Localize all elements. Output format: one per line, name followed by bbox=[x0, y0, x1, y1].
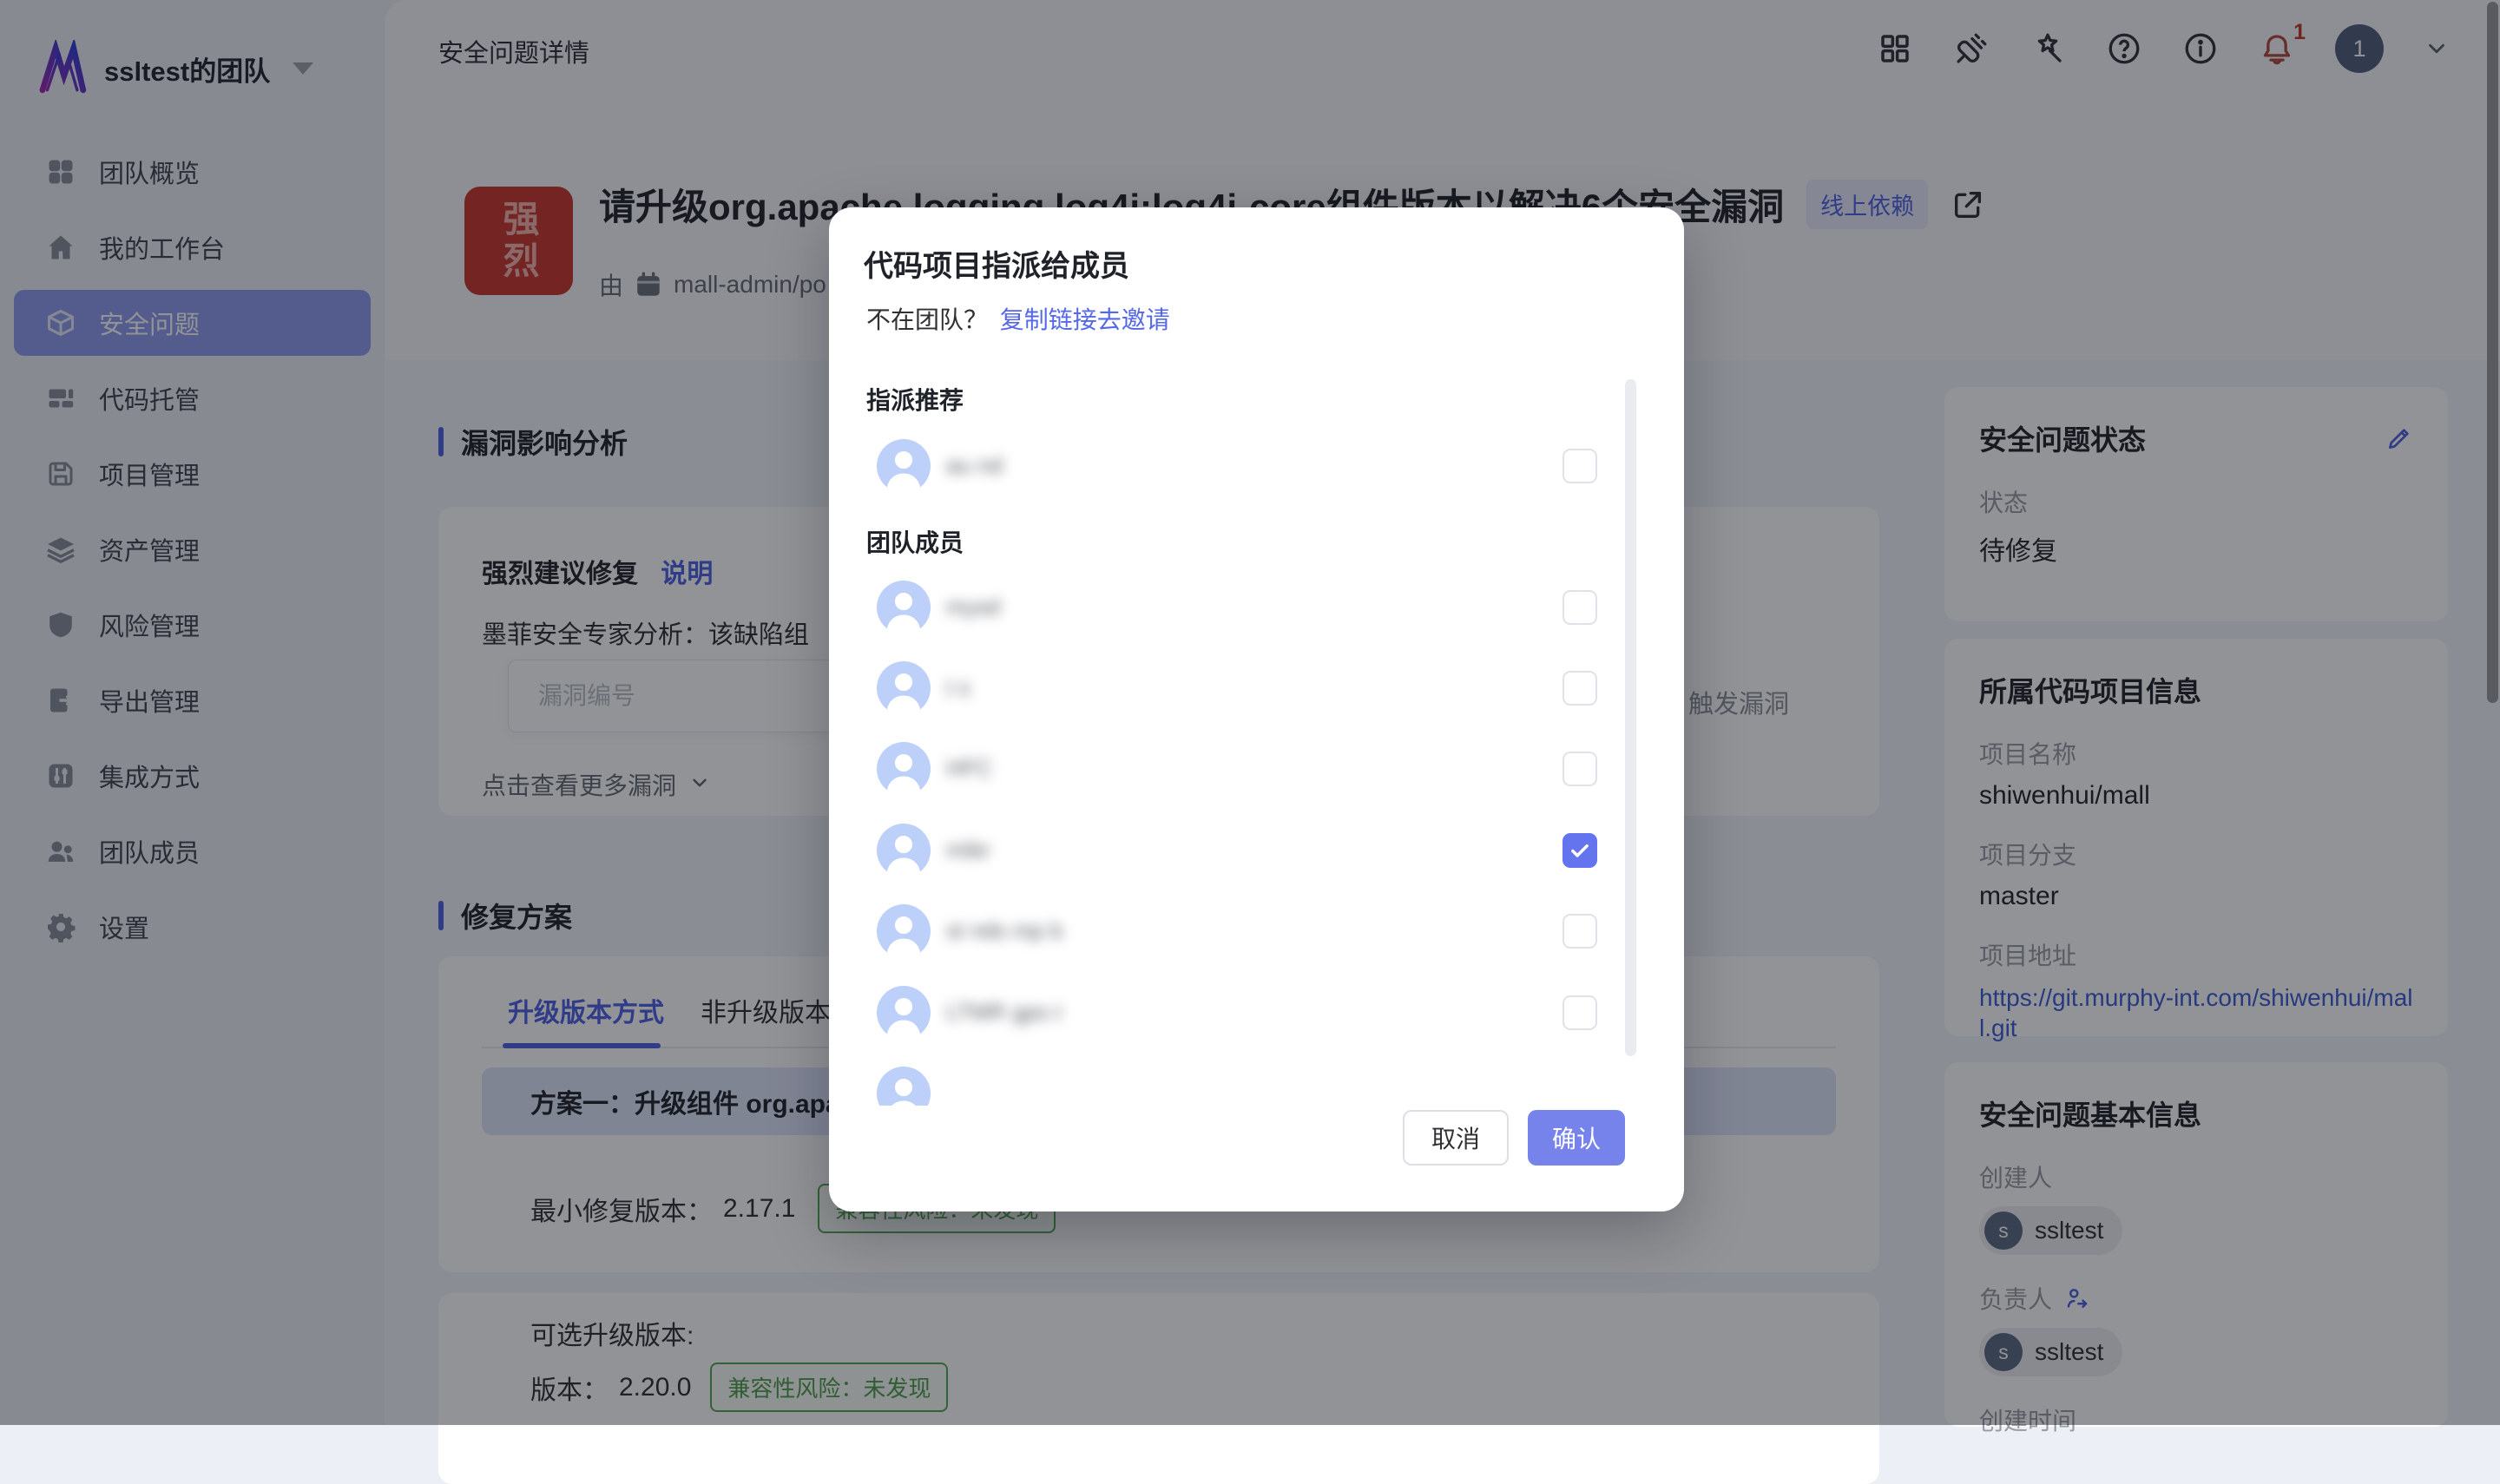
invite-question: 不在团队？ bbox=[866, 306, 988, 333]
copy-invite-link[interactable]: 复制链接去邀请 bbox=[1000, 306, 1170, 333]
member-list: 指派推荐 au nd 团队成员 mysd t s HFC mibr st nds mp b LT… bbox=[829, 364, 1684, 1106]
member-avatar-icon bbox=[877, 661, 931, 715]
modal-title: 代码项目指派给成员 bbox=[864, 242, 1129, 285]
member-checkbox[interactable] bbox=[1562, 449, 1597, 483]
member-name-masked: mysd bbox=[946, 594, 1000, 621]
member-name-masked: t s bbox=[946, 674, 970, 701]
invite-row: 不在团队？ 复制链接去邀请 bbox=[866, 301, 1170, 336]
member-name-masked: HFC bbox=[946, 755, 992, 782]
member-name-masked: mibr bbox=[946, 837, 990, 863]
member-row[interactable]: au nd bbox=[829, 426, 1684, 506]
member-row[interactable]: mibr bbox=[829, 811, 1684, 890]
group-label-recommended: 指派推荐 bbox=[866, 382, 964, 417]
member-row[interactable]: t s bbox=[829, 648, 1684, 728]
member-avatar-icon bbox=[877, 824, 931, 877]
member-checkbox[interactable] bbox=[1562, 833, 1597, 868]
cancel-button[interactable]: 取消 bbox=[1403, 1110, 1509, 1166]
member-row[interactable]: mysd bbox=[829, 568, 1684, 647]
member-checkbox[interactable] bbox=[1562, 995, 1597, 1030]
member-avatar-icon bbox=[877, 1067, 931, 1106]
member-checkbox[interactable] bbox=[1562, 752, 1597, 786]
modal-scrollbar[interactable] bbox=[1625, 379, 1636, 1056]
confirm-button[interactable]: 确认 bbox=[1528, 1110, 1625, 1166]
member-checkbox[interactable] bbox=[1562, 590, 1597, 625]
member-avatar-icon bbox=[877, 581, 931, 634]
member-name-masked: LTMR gps t bbox=[946, 999, 1061, 1026]
modal-footer: 取消 确认 bbox=[829, 1110, 1684, 1166]
member-row[interactable]: HFC bbox=[829, 729, 1684, 809]
member-name-masked: st nds mp b bbox=[946, 917, 1062, 944]
member-avatar-icon bbox=[877, 904, 931, 958]
member-row[interactable]: st nds mp b bbox=[829, 891, 1684, 971]
member-checkbox[interactable] bbox=[1562, 914, 1597, 949]
assign-member-modal: 代码项目指派给成员 不在团队？ 复制链接去邀请 指派推荐 au nd 团队成员 mys… bbox=[829, 207, 1684, 1211]
member-row[interactable]: LTMR gps t bbox=[829, 973, 1684, 1053]
member-avatar-icon bbox=[877, 986, 931, 1040]
member-avatar-icon bbox=[877, 742, 931, 796]
member-avatar-icon bbox=[877, 439, 931, 493]
member-row[interactable] bbox=[829, 1054, 1684, 1106]
member-name-masked: au nd bbox=[946, 452, 1003, 479]
member-checkbox[interactable] bbox=[1562, 671, 1597, 706]
group-label-team: 团队成员 bbox=[866, 524, 964, 559]
